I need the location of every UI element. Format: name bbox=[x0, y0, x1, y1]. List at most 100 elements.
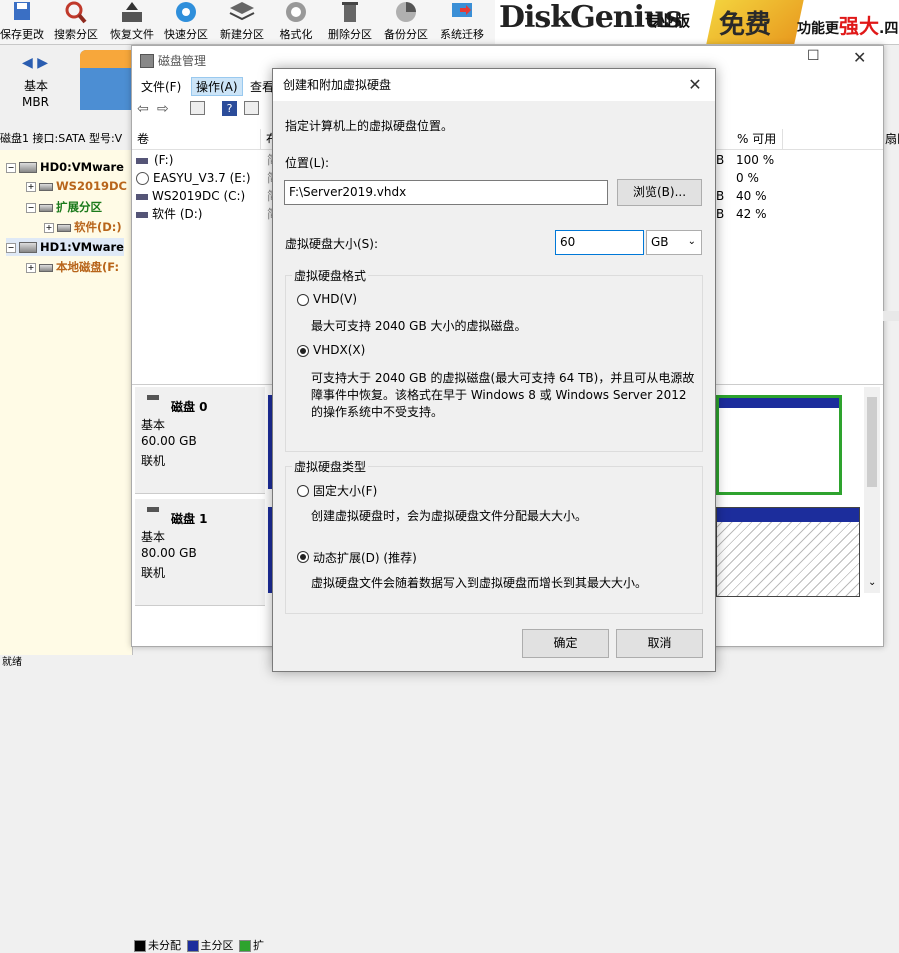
vhd-radio[interactable] bbox=[297, 294, 309, 306]
pct-cell: 0 % bbox=[736, 171, 759, 185]
dialog-instruction: 指定计算机上的虚拟硬盘位置。 bbox=[285, 119, 454, 133]
volume-row[interactable]: WS2019DC (C:) bbox=[136, 187, 245, 205]
help-icon[interactable]: ? bbox=[222, 101, 237, 116]
dynamic-label[interactable]: 动态扩展(D) (推荐) bbox=[313, 549, 417, 566]
tree-item-software[interactable]: + 软件(D:) bbox=[44, 218, 122, 236]
scrollbar-thumb[interactable] bbox=[867, 397, 877, 487]
cd-drive-icon bbox=[136, 172, 149, 185]
tree-item-hd1[interactable]: − HD1:VMware bbox=[6, 238, 124, 256]
quick-partition-icon bbox=[176, 2, 196, 22]
ok-button[interactable]: 确定 bbox=[522, 629, 609, 658]
volume-row[interactable]: EASYU_V3.7 (E:) bbox=[136, 169, 251, 187]
hscroll-thumb[interactable] bbox=[883, 311, 899, 321]
cancel-button[interactable]: 取消 bbox=[616, 629, 703, 658]
dialog-close-icon[interactable]: ✕ bbox=[685, 75, 705, 95]
vhdx-desc-line1: 可支持大于 2040 GB 的虚拟磁盘(最大可支持 64 TB)，并且可从电源故 bbox=[311, 371, 695, 385]
disk-name: 磁盘 0 bbox=[171, 400, 208, 414]
vhdx-desc-line2: 障事件中恢复。该格式在早于 Windows 8 或 Windows Server… bbox=[311, 388, 687, 402]
search-icon bbox=[65, 1, 87, 24]
disk-card[interactable]: 磁盘 0 基本 60.00 GB 联机 bbox=[135, 387, 265, 494]
dynamic-radio[interactable] bbox=[297, 551, 309, 563]
toolbar-search-partition-button[interactable]: 搜索分区 bbox=[48, 0, 104, 44]
size-label: 虚拟硬盘大小(S): bbox=[285, 237, 379, 251]
disk-status: 联机 bbox=[141, 454, 166, 468]
type-group: 虚拟硬盘类型 固定大小(F) 创建虚拟硬盘时，会为虚拟硬盘文件分配最大大小。 动… bbox=[285, 458, 703, 614]
disk-type-label: 基本 bbox=[24, 79, 49, 93]
volume-icon bbox=[136, 193, 148, 200]
unit-cell: B bbox=[716, 153, 725, 167]
disk-management-icon bbox=[140, 54, 154, 68]
partition-style-label: MBR bbox=[22, 95, 49, 109]
toolbar-backup-partition-button[interactable]: 备份分区 bbox=[378, 0, 434, 44]
unallocated-block[interactable] bbox=[716, 507, 860, 597]
toolbar-quick-partition-button[interactable]: 快速分区 bbox=[158, 0, 214, 44]
unit-select[interactable]: GB ⌄ bbox=[646, 230, 702, 255]
dialog-body: 指定计算机上的虚拟硬盘位置。 位置(L): F:\Server2019.vhdx… bbox=[273, 101, 715, 671]
vhdx-label[interactable]: VHDX(X) bbox=[313, 343, 365, 357]
delete-icon bbox=[342, 2, 358, 22]
disk-map-partition bbox=[80, 50, 132, 68]
disk-type: 基本 bbox=[141, 418, 166, 432]
browse-button[interactable]: 浏览(B)... bbox=[617, 179, 702, 206]
disk-size: 60.00 GB bbox=[141, 434, 197, 448]
menu-file[interactable]: 文件(F) bbox=[137, 78, 185, 95]
partition-header bbox=[717, 508, 859, 522]
tree-item-hd0[interactable]: − HD0:VMware bbox=[6, 158, 124, 176]
dialog-title: 创建和附加虚拟硬盘 bbox=[283, 78, 392, 92]
partition-icon bbox=[57, 223, 71, 232]
partition-icon bbox=[39, 182, 53, 191]
dm-maximize-icon[interactable]: ☐ bbox=[807, 48, 820, 64]
tree-item-extended[interactable]: − 扩展分区 bbox=[26, 198, 102, 216]
type-group-title: 虚拟硬盘类型 bbox=[292, 458, 369, 475]
fixed-desc: 创建虚拟硬盘时，会为虚拟硬盘文件分配最大大小。 bbox=[311, 509, 588, 523]
toolbar-delete-partition-button[interactable]: 删除分区 bbox=[322, 0, 378, 44]
console-tree-icon[interactable] bbox=[190, 101, 205, 115]
dm-title: 磁盘管理 bbox=[158, 54, 207, 68]
disk-info-bar: 磁盘1 接口:SATA 型号:V bbox=[0, 129, 132, 149]
volume-icon bbox=[136, 211, 148, 218]
migrate-icon bbox=[452, 3, 472, 17]
tree-item-ws2019dc[interactable]: + WS2019DC bbox=[26, 177, 127, 195]
dm-close-icon[interactable]: ✕ bbox=[853, 48, 866, 67]
fixed-label[interactable]: 固定大小(F) bbox=[313, 482, 377, 499]
properties-icon[interactable] bbox=[244, 101, 259, 115]
location-input[interactable]: F:\Server2019.vhdx bbox=[284, 180, 608, 205]
forward-arrow-icon[interactable]: ⇨ bbox=[157, 101, 173, 117]
logical-drive-block[interactable] bbox=[716, 395, 842, 495]
vertical-scrollbar[interactable]: ⌄ bbox=[864, 387, 880, 593]
disk-card[interactable]: 磁盘 1 基本 80.00 GB 联机 bbox=[135, 499, 265, 606]
menu-action[interactable]: 操作(A) bbox=[191, 77, 243, 96]
vhd-label[interactable]: VHD(V) bbox=[313, 292, 357, 306]
partition-header bbox=[719, 398, 839, 408]
size-input[interactable]: 60 bbox=[555, 230, 644, 255]
disk-icon bbox=[147, 395, 159, 400]
back-arrow-icon[interactable]: ⇦ bbox=[137, 101, 153, 117]
volume-row[interactable]: (F:) bbox=[136, 151, 173, 169]
create-vhd-dialog: 创建和附加虚拟硬盘 ✕ 指定计算机上的虚拟硬盘位置。 位置(L): F:\Ser… bbox=[272, 68, 716, 672]
brand-art-text: 免费 bbox=[719, 10, 772, 40]
disk-icon bbox=[147, 507, 159, 512]
col-volume[interactable]: 卷 bbox=[132, 129, 261, 149]
unit-cell: B bbox=[716, 189, 725, 203]
pct-cell: 100 % bbox=[736, 153, 775, 167]
toolbar-migrate-button[interactable]: 系统迁移 bbox=[434, 0, 490, 44]
pct-cell: 42 % bbox=[736, 207, 767, 221]
unit-cell: B bbox=[716, 207, 725, 221]
save-icon bbox=[14, 2, 30, 20]
scroll-down-icon[interactable]: ⌄ bbox=[868, 577, 876, 588]
volume-row[interactable]: 软件 (D:) bbox=[136, 205, 202, 223]
main-toolbar: 保存更改 搜索分区 恢复文件 快速分区 新建分区 格式化 删除分区 备份分区 系… bbox=[0, 0, 899, 45]
vhd-desc: 最大可支持 2040 GB 大小的虚拟磁盘。 bbox=[311, 319, 527, 333]
location-label: 位置(L): bbox=[285, 156, 330, 170]
col-extra[interactable]: 扇区 bbox=[880, 129, 899, 149]
vhdx-radio[interactable] bbox=[297, 345, 309, 357]
nav-arrows-icon[interactable]: ◀ ▶ bbox=[22, 55, 48, 71]
brand-banner: DiskGenius 专业版 免费 功能更强大.四 bbox=[495, 0, 899, 44]
tree-item-local-f[interactable]: + 本地磁盘(F: bbox=[26, 258, 119, 276]
partition-icon bbox=[39, 203, 53, 212]
hard-disk-icon bbox=[19, 242, 37, 253]
col-pct-free[interactable]: % 可用 bbox=[732, 129, 783, 149]
fixed-radio[interactable] bbox=[297, 485, 309, 497]
backup-icon bbox=[396, 2, 416, 22]
vhdx-desc-line3: 的操作系统中不受支持。 bbox=[311, 405, 444, 419]
